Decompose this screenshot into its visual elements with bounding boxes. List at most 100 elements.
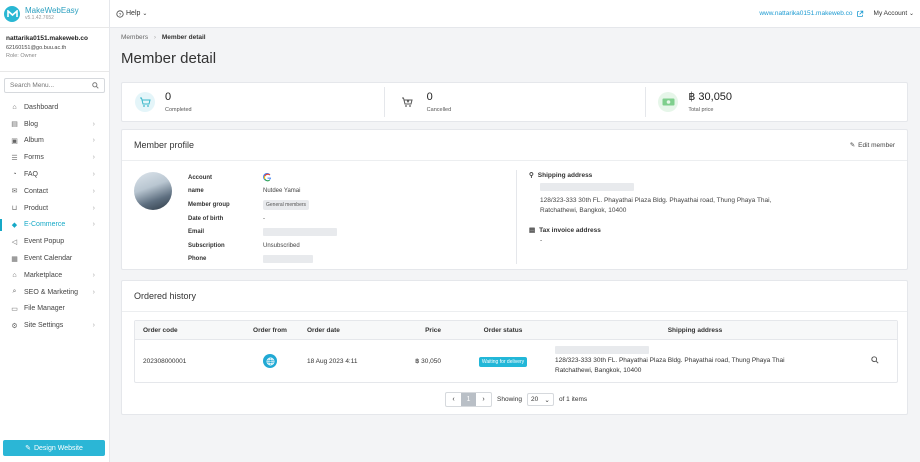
sidebar-item-contact[interactable]: ✉ Contact › [0,183,109,200]
document-icon: ▤ [529,227,536,234]
site-link[interactable]: www.nattarika0151.makeweb.co [759,10,863,18]
gear-icon: ⚙ [11,322,18,330]
sidebar-item-event-popup[interactable]: ◁ Event Popup [0,233,109,250]
order-shipping-address: 128/323-333 30th FL. Phayathai Plaza Bld… [555,357,785,374]
sidebar-item-marketplace[interactable]: ⌂ Marketplace › [0,267,109,284]
sidebar-item-label: Contact [24,187,49,195]
sidebar-item-dashboard[interactable]: ⌂ Dashboard [0,99,109,116]
ordered-history-heading: Ordered history [134,291,197,301]
chevron-right-icon: › [92,120,95,128]
design-website-label: Design Website [33,444,83,452]
redacted-email [263,228,337,237]
sidebar-item-label: Event Calendar [24,255,73,263]
chat-icon: ◔ [12,171,17,179]
search-icon: ⌕ [12,288,17,296]
redacted-order-recipient-bar [555,346,649,354]
sidebar-item-product[interactable]: ⊔ Product › [0,200,109,217]
chevron-right-icon: › [92,322,95,330]
next-page-button[interactable]: › [476,393,491,406]
order-status: Waiting for delivery [451,356,555,367]
value-subscription: Unsubscribed [263,242,300,249]
tag-icon: ◆ [11,221,18,229]
sidebar-item-event-calendar[interactable]: ▦ Event Calendar [0,250,109,267]
redacted-recipient-bar [540,183,634,191]
current-page[interactable]: 1 [461,393,476,406]
home-icon: ⌂ [12,103,17,111]
edit-member-button[interactable]: ✎ Edit member [850,141,895,150]
label-email: Email [188,229,205,236]
user-info: nattarika0151.makeweb.co 62160151@go.buu… [0,28,109,72]
my-account-label: My Account [873,10,908,17]
col-shipping-address: Shipping address [667,326,723,334]
total-price-value: ฿ 30,050 [688,91,733,103]
sidebar-item-label: Blog [24,120,39,128]
sidebar-item-label: Dashboard [24,103,59,111]
chevron-right-icon: › [92,154,95,162]
shipping-address-heading: ⚲ Shipping address [529,169,899,181]
sidebar-item-label: FAQ [24,171,39,179]
image-icon: ▣ [11,137,18,145]
brand-version: v5.1.42.7652 [25,15,54,21]
member-group-tag: General members [263,199,310,210]
chevron-right-icon: › [92,187,95,195]
sidebar-item-file-manager[interactable]: ▭ File Manager [0,301,109,318]
divider [516,170,517,264]
topbar: ? Help ⌄ www.nattarika0151.makeweb.co My… [110,0,920,28]
search-icon [871,356,879,364]
value-date-of-birth: - [263,215,265,222]
help-menu[interactable]: ? Help ⌄ [116,9,147,18]
total-price-label: Total price [688,107,714,113]
store-icon: ⌂ [12,271,17,279]
chevron-right-icon: › [92,171,95,179]
chevron-right-icon: › [92,137,95,145]
completed-count: 0 [165,91,172,103]
per-page-select[interactable]: 20 ⌄ [526,393,554,406]
sidebar-item-faq[interactable]: ◔ FAQ › [0,166,109,183]
stat-completed: 0 Completed [122,83,384,121]
sidebar-item-album[interactable]: ▣ Album › [0,133,109,150]
sidebar-item-label: Album [24,137,44,145]
address-section: ⚲ Shipping address 128/323-333 30th FL. P… [529,169,899,246]
table-row[interactable]: 202308000001 18 Aug 2023 4:11 ฿ 30,050 W… [135,340,897,382]
external-link-icon [856,10,863,17]
sidebar: MakeWebEasy v5.1.42.7652 nattarika0151.m… [0,0,110,462]
value-phone [263,253,403,267]
chevron-down-icon: ⌄ [908,11,914,17]
tax-invoice-value: - [540,237,543,244]
site-link-label: www.nattarika0151.makeweb.co [759,10,853,17]
sidebar-item-seo-marketing[interactable]: ⌕ SEO & Marketing › [0,284,109,301]
document-icon: ▤ [11,121,18,129]
brand[interactable]: MakeWebEasy v5.1.42.7652 [0,0,109,28]
design-website-button[interactable]: ✎ Design Website [3,440,105,456]
ordered-history-card: Ordered history Order code Order from Or… [121,280,908,415]
svg-text:?: ? [119,11,122,17]
breadcrumb-members[interactable]: Members [121,34,148,41]
globe-icon [263,354,277,368]
search-input[interactable] [10,82,90,89]
cart-icon: ⊔ [11,205,18,213]
mail-icon: ✉ [11,188,18,196]
view-order-button[interactable] [835,356,897,366]
brand-name: MakeWebEasy [25,6,79,15]
calendar-icon: ▦ [11,255,18,263]
redacted-order-recipient [555,346,835,356]
redacted-recipient [529,183,899,195]
pagination: ‹ 1 › Showing 20 ⌄ of 1 items [445,392,587,407]
edit-member-label: Edit member [858,141,895,149]
breadcrumb: Members › Member detail [121,34,909,44]
help-circle-icon: ? [116,9,124,17]
value-name: Nutdee Yamai [263,188,301,195]
my-account-menu[interactable]: My Account ⌄ [870,10,914,17]
shipping-address-title: Shipping address [537,171,593,179]
sidebar-item-blog[interactable]: ▤ Blog › [0,116,109,133]
sidebar-item-forms[interactable]: ☰ Forms › [0,149,109,166]
order-price: ฿ 30,050 [415,358,441,365]
sidebar-item-site-settings[interactable]: ⚙ Site Settings › [0,317,109,334]
tax-invoice-title: Tax invoice address [539,226,601,234]
chevron-right-icon: › [92,221,95,229]
prev-page-button[interactable]: ‹ [446,393,461,406]
completed-label: Completed [165,107,192,113]
search-menu[interactable] [4,78,105,93]
stat-total-price: ฿ 30,050 Total price [645,83,907,121]
sidebar-item-e-commerce[interactable]: ◆ E-Commerce › [0,217,109,234]
